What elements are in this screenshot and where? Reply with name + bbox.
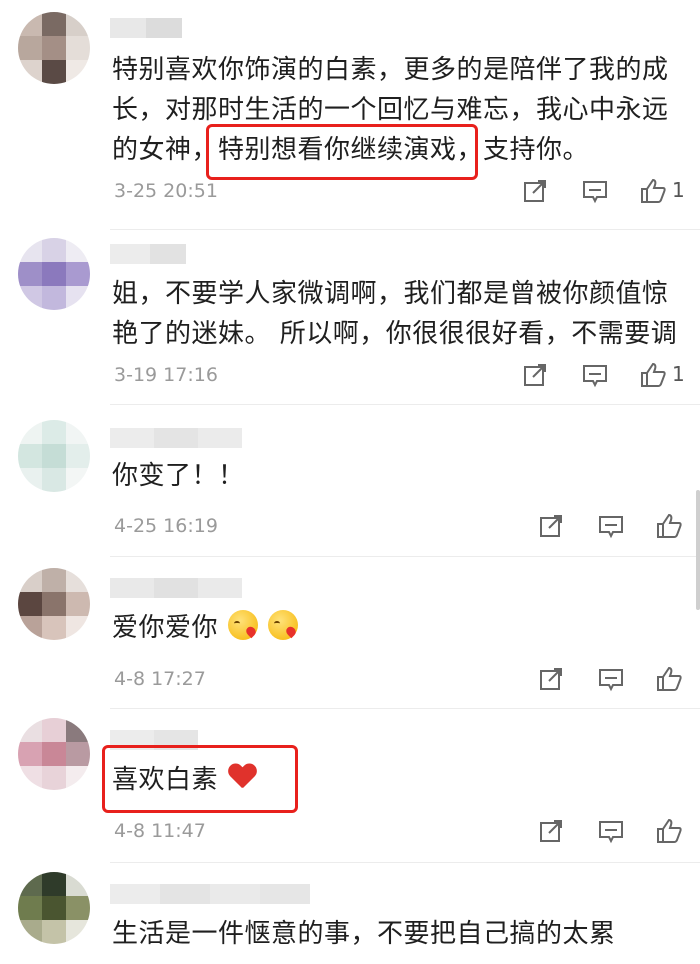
scrollbar[interactable] <box>696 490 700 610</box>
divider <box>110 708 700 709</box>
reply-icon[interactable] <box>580 360 610 390</box>
comment-actions <box>536 816 686 846</box>
comment-actions: 1 <box>520 176 690 206</box>
comment-text: 生活是一件惬意的事，不要把自己搞的太累 <box>112 919 616 949</box>
thumbs-up-icon[interactable] <box>654 816 684 846</box>
share-icon[interactable] <box>520 176 550 206</box>
timestamp: 4-25 16:19 <box>114 515 218 537</box>
avatar[interactable] <box>18 872 90 944</box>
kissing-face-emoji-icon <box>268 610 299 640</box>
thumbs-up-icon[interactable] <box>638 176 668 206</box>
comment-actions: 1 <box>520 360 690 390</box>
divider <box>110 404 700 405</box>
reply-icon[interactable] <box>596 511 626 541</box>
reply-icon[interactable] <box>596 816 626 846</box>
avatar[interactable] <box>18 238 90 310</box>
timestamp: 4-8 11:47 <box>114 820 206 842</box>
like-count: 1 <box>672 178 685 202</box>
highlight-box <box>206 124 478 180</box>
kissing-face-emoji-icon <box>228 610 259 640</box>
avatar[interactable] <box>18 12 90 84</box>
divider <box>110 556 700 557</box>
timestamp: 3-25 20:51 <box>114 180 218 202</box>
share-icon[interactable] <box>536 511 566 541</box>
thumbs-up-icon[interactable] <box>654 511 684 541</box>
thumbs-up-icon[interactable] <box>638 360 668 390</box>
comment-text: 姐，不要学人家微调啊，我们都是曾被你颜值惊 艳了的迷妹。 所以啊，你很很很好看，… <box>112 279 678 349</box>
share-icon[interactable] <box>520 360 550 390</box>
avatar[interactable] <box>18 568 90 640</box>
divider <box>110 229 700 230</box>
highlight-box <box>102 745 298 813</box>
reply-icon[interactable] <box>596 664 626 694</box>
divider <box>110 862 700 863</box>
timestamp: 3-19 17:16 <box>114 364 218 386</box>
share-icon[interactable] <box>536 816 566 846</box>
like-count: 1 <box>672 362 685 386</box>
avatar[interactable] <box>18 718 90 790</box>
comment-actions <box>536 511 686 541</box>
comment-text: 你变了！！ <box>112 461 245 491</box>
reply-icon[interactable] <box>580 176 610 206</box>
avatar[interactable] <box>18 420 90 492</box>
share-icon[interactable] <box>536 664 566 694</box>
timestamp: 4-8 17:27 <box>114 668 206 690</box>
comment-text: 爱你爱你 <box>112 608 687 648</box>
comment-actions <box>536 664 686 694</box>
thumbs-up-icon[interactable] <box>654 664 684 694</box>
